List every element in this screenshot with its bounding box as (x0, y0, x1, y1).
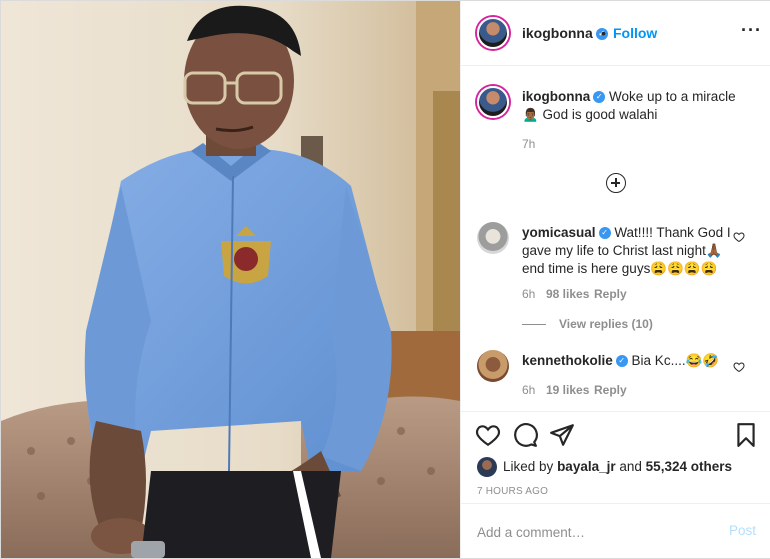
comment-likes[interactable]: 19 likes (546, 383, 589, 397)
author-username-text[interactable]: ikogbonna (522, 25, 593, 41)
follow-button[interactable]: Follow (613, 25, 657, 41)
like-heart-icon[interactable] (475, 422, 501, 448)
author-avatar[interactable] (477, 17, 509, 49)
post-header: ikogbonna ✓ • Follow ··· (461, 1, 770, 66)
likes-summary: Liked by bayala_jr and 55,324 others (503, 459, 732, 474)
share-paper-plane-icon[interactable] (549, 422, 575, 448)
reply-button[interactable]: Reply (594, 383, 627, 397)
reply-button[interactable]: Reply (594, 287, 627, 301)
post-comment-button[interactable]: Post (729, 523, 756, 538)
comment-username[interactable]: kennethokolie (522, 353, 613, 368)
add-comment-bar: Post (461, 503, 770, 559)
verified-badge-icon: ✓ (598, 227, 611, 240)
caption-username[interactable]: ikogbonna (522, 89, 590, 104)
post-image-illustration (1, 1, 460, 558)
comment-likes[interactable]: 98 likes (546, 287, 589, 301)
comment-likes-text[interactable]: 19 likes (546, 383, 589, 397)
comment-time[interactable]: 6h (522, 287, 535, 301)
post-photo[interactable] (1, 1, 460, 558)
caption: ikogbonna ✓ Woke up to a miracle 🙍🏾‍♂️ Go… (522, 88, 754, 124)
comment-text: Bia Kc....😂🤣 (631, 353, 720, 368)
liked-by-prefix: Liked by (503, 459, 554, 474)
verified-badge-icon: ✓ (593, 91, 606, 104)
add-comment-input[interactable] (477, 522, 707, 542)
caption-avatar[interactable] (477, 86, 509, 118)
post-timestamp[interactable]: 7 HOURS AGO (477, 486, 548, 497)
author-username[interactable]: ikogbonna ✓ (522, 25, 608, 41)
replies-divider (522, 324, 546, 325)
comment-likes-text[interactable]: 98 likes (546, 287, 589, 301)
more-horizontal-icon[interactable]: ··· (741, 20, 762, 41)
liked-by-user[interactable]: bayala_jr (557, 459, 616, 474)
load-more-comments-icon[interactable] (606, 173, 626, 193)
post-actions: Liked by bayala_jr and 55,324 others 7 H… (461, 411, 770, 512)
save-bookmark-icon[interactable] (733, 422, 759, 448)
liked-by-and: and (619, 459, 642, 474)
view-replies-button[interactable]: View replies (10) (559, 317, 653, 331)
commenter-avatar[interactable] (477, 350, 509, 382)
comment-like-heart-icon[interactable] (733, 361, 745, 373)
verified-badge-icon: ✓ (615, 355, 628, 368)
comment-time[interactable]: 6h (522, 383, 535, 397)
caption-time[interactable]: 7h (522, 137, 535, 151)
comment-username[interactable]: yomicasual (522, 225, 596, 240)
post-side-panel: ikogbonna ✓ • Follow ··· ikogbonna ✓ Woke … (460, 1, 770, 558)
comments-section: ikogbonna ✓ Woke up to a miracle 🙍🏾‍♂️ Go… (461, 66, 770, 411)
instagram-post: ikogbonna ✓ • Follow ··· ikogbonna ✓ Woke … (0, 0, 770, 559)
liker-avatar[interactable] (477, 457, 497, 477)
separator-dot: • (601, 25, 606, 41)
comment-bubble-icon[interactable] (512, 422, 538, 448)
comment-like-heart-icon[interactable] (733, 231, 745, 243)
comment: kennethokolie ✓ Bia Kc....😂🤣 (522, 352, 734, 370)
commenter-avatar[interactable] (477, 222, 509, 254)
comment: yomicasual ✓ Wat!!!! Thank God I gave my … (522, 224, 734, 278)
liked-by-others[interactable]: 55,324 others (646, 459, 732, 474)
